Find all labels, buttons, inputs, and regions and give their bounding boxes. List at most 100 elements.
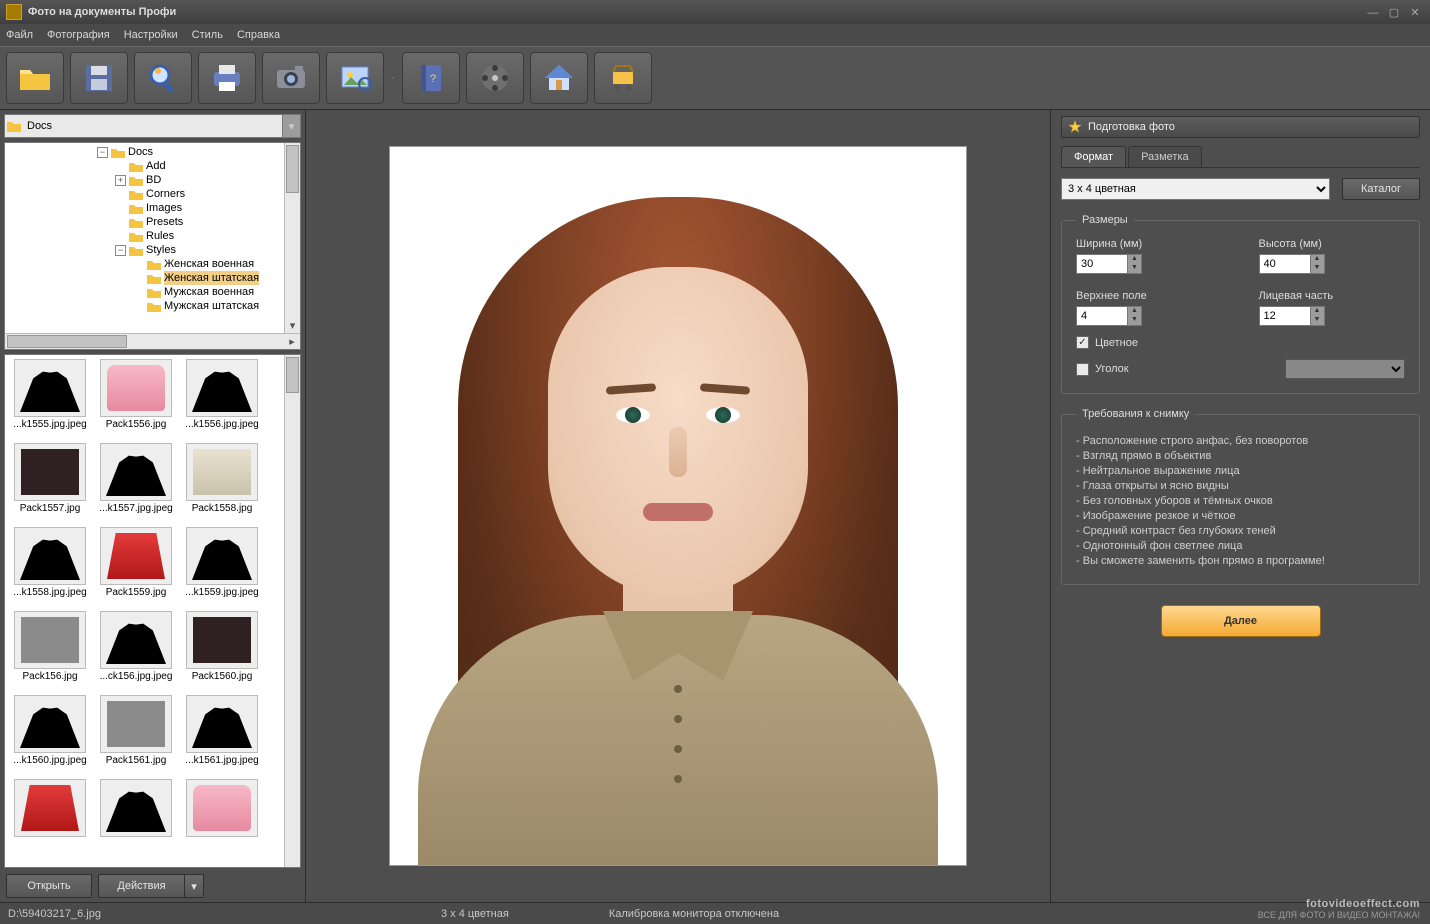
tree-node[interactable]: Женская военная	[164, 257, 254, 271]
menu-file[interactable]: Файл	[6, 29, 33, 41]
scrollbar-horizontal[interactable]: ◂▸	[5, 333, 300, 349]
face-part-input[interactable]	[1259, 306, 1311, 326]
list-item[interactable]: Pack1556.jpg	[97, 359, 175, 439]
save-icon[interactable]	[70, 52, 128, 104]
format-select[interactable]: 3 x 4 цветная	[1061, 178, 1330, 200]
list-item[interactable]: ...k1560.jpg.jpeg	[11, 695, 89, 775]
status-bar: D:\59403217_6.jpg 3 x 4 цветная Калибров…	[0, 902, 1430, 924]
list-item[interactable]: Pack1559.jpg	[97, 527, 175, 607]
spinner-icon[interactable]: ▲▼	[1311, 254, 1325, 274]
corner-checkbox-label: Уголок	[1095, 363, 1129, 375]
open-folder-icon[interactable]	[6, 52, 64, 104]
camera-icon[interactable]	[262, 52, 320, 104]
folder-tree[interactable]: −Docs Add +BD Corners Images Presets Rul…	[4, 142, 301, 350]
scrollbar-vertical[interactable]	[284, 355, 300, 867]
tree-node[interactable]: Мужская военная	[164, 285, 254, 299]
sizes-legend: Размеры	[1076, 214, 1134, 226]
list-item[interactable]: ...k1555.jpg.jpeg	[11, 359, 89, 439]
corner-select[interactable]	[1285, 359, 1405, 379]
tree-node[interactable]: Мужская штатская	[164, 299, 259, 313]
zoom-icon[interactable]	[134, 52, 192, 104]
maximize-icon[interactable]: ▢	[1385, 6, 1403, 19]
thumbnail-caption: Pack1560.jpg	[192, 671, 253, 682]
requirement-item: Средний контраст без глубоких теней	[1076, 525, 1405, 537]
status-file: D:\59403217_6.jpg	[8, 908, 141, 920]
menu-settings[interactable]: Настройки	[124, 29, 178, 41]
thumbnail-caption: Pack156.jpg	[22, 671, 77, 682]
catalog-button[interactable]: Каталог	[1342, 178, 1420, 200]
list-item[interactable]	[183, 779, 261, 859]
cart-icon[interactable]	[594, 52, 652, 104]
open-button[interactable]: Открыть	[6, 874, 92, 898]
portrait-photo[interactable]	[389, 146, 967, 866]
chevron-down-icon[interactable]: ▾	[282, 115, 300, 137]
actions-button[interactable]: Действия	[98, 874, 184, 898]
help-book-icon[interactable]: ?	[402, 52, 460, 104]
tree-node[interactable]: Styles	[146, 243, 176, 257]
tree-node[interactable]: Presets	[146, 215, 183, 229]
thumbnail-caption: Pack1559.jpg	[106, 587, 167, 598]
spinner-icon[interactable]: ▲▼	[1128, 254, 1142, 274]
spinner-icon[interactable]: ▲▼	[1128, 306, 1142, 326]
menu-photo[interactable]: Фотография	[47, 29, 110, 41]
spinner-icon[interactable]: ▲▼	[1311, 306, 1325, 326]
list-item[interactable]	[97, 779, 175, 859]
thumbnail-grid[interactable]: ...k1555.jpg.jpegPack1556.jpg ...k1556.jp…	[4, 354, 301, 868]
status-format: 3 x 4 цветная	[441, 908, 549, 920]
path-input[interactable]	[23, 115, 282, 137]
film-reel-icon[interactable]	[466, 52, 524, 104]
width-input[interactable]	[1076, 254, 1128, 274]
right-panel: Подготовка фото Формат Разметка 3 x 4 цв…	[1050, 110, 1430, 902]
tree-node[interactable]: Rules	[146, 229, 174, 243]
tree-node[interactable]: Corners	[146, 187, 185, 201]
list-item[interactable]: Pack156.jpg	[11, 611, 89, 691]
requirement-item: Глаза открыты и ясно видны	[1076, 480, 1405, 492]
checkbox-color[interactable]: ✓	[1076, 336, 1089, 349]
thumbnail-caption: Pack1557.jpg	[20, 503, 81, 514]
menu-style[interactable]: Стиль	[192, 29, 223, 41]
close-icon[interactable]: ✕	[1406, 6, 1424, 19]
menu-help[interactable]: Справка	[237, 29, 280, 41]
thumbnail-caption: ...k1561.jpg.jpeg	[185, 755, 258, 766]
list-item[interactable]: Pack1557.jpg	[11, 443, 89, 523]
tree-node[interactable]: Add	[146, 159, 166, 173]
scrollbar-vertical[interactable]: ▴▾	[284, 143, 300, 333]
list-item[interactable]	[11, 779, 89, 859]
image-adjust-icon[interactable]	[326, 52, 384, 104]
checkbox-corner[interactable]	[1076, 363, 1089, 376]
home-icon[interactable]	[530, 52, 588, 104]
tree-node[interactable]: Images	[146, 201, 182, 215]
list-item[interactable]: Pack1560.jpg	[183, 611, 261, 691]
top-field-input[interactable]	[1076, 306, 1128, 326]
tab-markup[interactable]: Разметка	[1128, 146, 1202, 167]
next-button[interactable]: Далее	[1161, 605, 1321, 637]
svg-text:?: ?	[430, 73, 436, 85]
list-item[interactable]: ...k1558.jpg.jpeg	[11, 527, 89, 607]
height-label: Высота (мм)	[1259, 238, 1406, 250]
sizes-fieldset: Размеры Ширина (мм) ▲▼ Высота (мм) ▲▼ Ве…	[1061, 214, 1420, 394]
face-part-label: Лицевая часть	[1259, 290, 1406, 302]
list-item[interactable]: Pack1561.jpg	[97, 695, 175, 775]
tree-node-selected[interactable]: Женская штатская	[164, 271, 259, 285]
thumbnail-caption: ...k1556.jpg.jpeg	[185, 419, 258, 430]
status-calibration: Калибровка монитора отключена	[609, 908, 819, 920]
folder-icon	[5, 115, 23, 137]
requirement-item: Изображение резкое и чёткое	[1076, 510, 1405, 522]
actions-dropdown-icon[interactable]: ▾	[184, 874, 204, 898]
app-title: Фото на документы Профи	[28, 6, 1364, 18]
list-item[interactable]: ...k1559.jpg.jpeg	[183, 527, 261, 607]
list-item[interactable]: ...k1556.jpg.jpeg	[183, 359, 261, 439]
tab-format[interactable]: Формат	[1061, 146, 1126, 167]
print-icon[interactable]	[198, 52, 256, 104]
tree-node[interactable]: BD	[146, 173, 161, 187]
tree-node[interactable]: Docs	[128, 145, 153, 159]
list-item[interactable]: Pack1558.jpg	[183, 443, 261, 523]
height-input[interactable]	[1259, 254, 1311, 274]
list-item[interactable]: ...k1557.jpg.jpeg	[97, 443, 175, 523]
thumbnail-caption: ...k1560.jpg.jpeg	[13, 755, 86, 766]
minimize-icon[interactable]: —	[1364, 7, 1382, 19]
watermark: fotovideoeffect.com ВСЕ ДЛЯ ФОТО И ВИДЕО…	[1258, 898, 1420, 920]
path-combo[interactable]: ▾	[4, 114, 301, 138]
list-item[interactable]: ...ck156.jpg.jpeg	[97, 611, 175, 691]
list-item[interactable]: ...k1561.jpg.jpeg	[183, 695, 261, 775]
